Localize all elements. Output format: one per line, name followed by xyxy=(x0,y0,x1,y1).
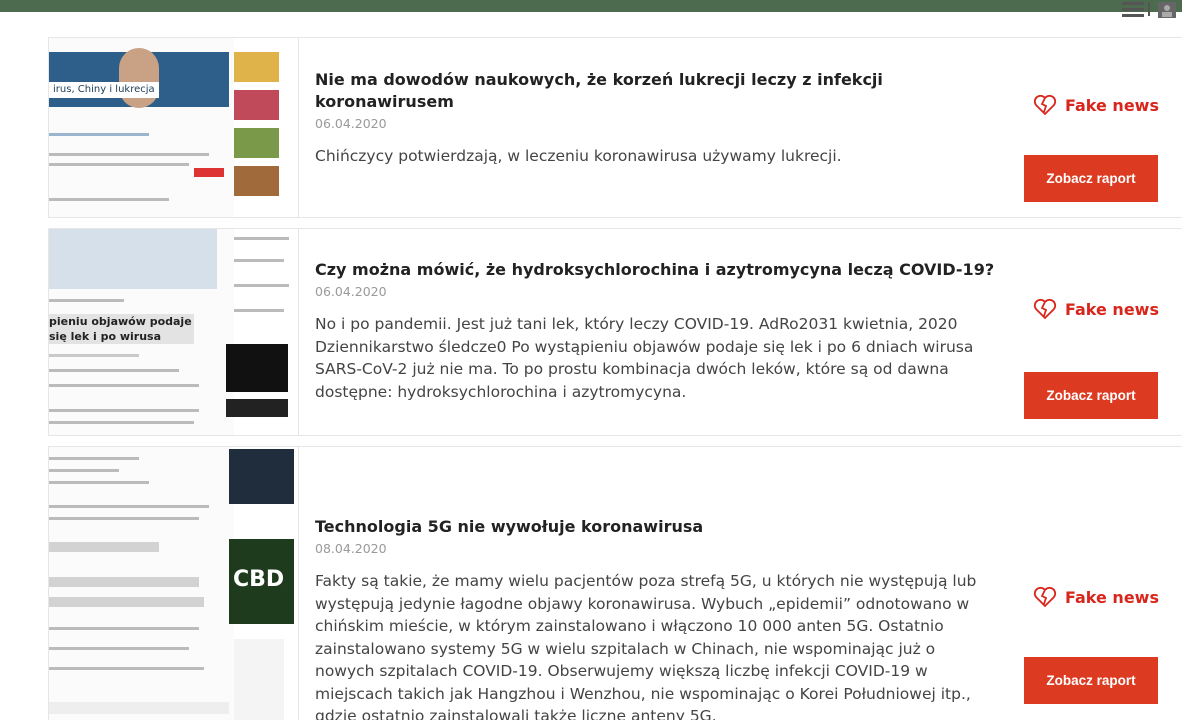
hamburger-icon[interactable] xyxy=(1122,2,1144,18)
thumbnail-caption: irus, Chiny i lukrecja xyxy=(49,82,159,98)
article-card: CBD Technologia 5G nie wywołuje koronawi… xyxy=(48,446,1182,720)
article-date: 06.04.2020 xyxy=(315,116,387,131)
verdict-badge: Fake news xyxy=(1033,93,1159,117)
thumbnail-main xyxy=(49,447,234,720)
thumbnail-main: irus, Chiny i lukrecja xyxy=(49,38,234,217)
view-report-button[interactable]: Zobacz raport xyxy=(1024,155,1158,202)
thumbnail-caption: pieniu objawów podaje się lek i po wirus… xyxy=(49,314,194,344)
verdict-label: Fake news xyxy=(1065,587,1159,607)
article-title[interactable]: Technologia 5G nie wywołuje koronawirusa xyxy=(315,516,995,538)
verdict-badge: Fake news xyxy=(1033,585,1159,609)
subscribe-badge xyxy=(194,168,224,177)
divider xyxy=(1148,2,1150,16)
thumbnail-person xyxy=(119,48,159,108)
top-bar xyxy=(0,0,1182,12)
article-date: 06.04.2020 xyxy=(315,284,387,299)
broken-heart-icon xyxy=(1033,298,1057,320)
article-date: 08.04.2020 xyxy=(315,541,387,556)
article-content: Technologia 5G nie wywołuje koronawirusa… xyxy=(315,516,995,720)
header-icons xyxy=(1112,0,1182,20)
thumbnail-caption: CBD xyxy=(229,539,294,624)
article-card: pieniu objawów podaje się lek i po wirus… xyxy=(48,228,1182,436)
view-report-button[interactable]: Zobacz raport xyxy=(1024,657,1158,704)
article-thumbnail[interactable]: irus, Chiny i lukrecja xyxy=(49,38,299,217)
verdict-label: Fake news xyxy=(1065,95,1159,115)
article-content: Czy można mówić, że hydroksychlorochina … xyxy=(315,259,995,403)
article-excerpt: Fakty są takie, że mamy wielu pacjentów … xyxy=(315,572,977,720)
article-thumbnail[interactable]: CBD xyxy=(49,447,299,720)
thumbnail-sidebar xyxy=(234,38,298,217)
thumbnail-sidebar: CBD xyxy=(229,447,298,720)
user-icon[interactable] xyxy=(1156,2,1178,18)
article-thumbnail[interactable]: pieniu objawów podaje się lek i po wirus… xyxy=(49,229,299,435)
article-card: irus, Chiny i lukrecja Nie ma dowodów na… xyxy=(48,37,1182,218)
thumbnail-sidebar xyxy=(226,229,298,435)
article-content: Nie ma dowodów naukowych, że korzeń lukr… xyxy=(315,69,995,168)
article-excerpt: No i po pandemii. Jest już tani lek, któ… xyxy=(315,315,974,401)
article-excerpt: Chińczycy potwierdzają, w leczeniu koron… xyxy=(315,147,842,165)
verdict-label: Fake news xyxy=(1065,299,1159,319)
article-title[interactable]: Czy można mówić, że hydroksychlorochina … xyxy=(315,259,995,281)
thumbnail-main: pieniu objawów podaje się lek i po wirus… xyxy=(49,229,234,435)
broken-heart-icon xyxy=(1033,94,1057,116)
broken-heart-icon xyxy=(1033,586,1057,608)
view-report-button[interactable]: Zobacz raport xyxy=(1024,372,1158,419)
verdict-badge: Fake news xyxy=(1033,297,1159,321)
article-title[interactable]: Nie ma dowodów naukowych, że korzeń lukr… xyxy=(315,69,995,113)
